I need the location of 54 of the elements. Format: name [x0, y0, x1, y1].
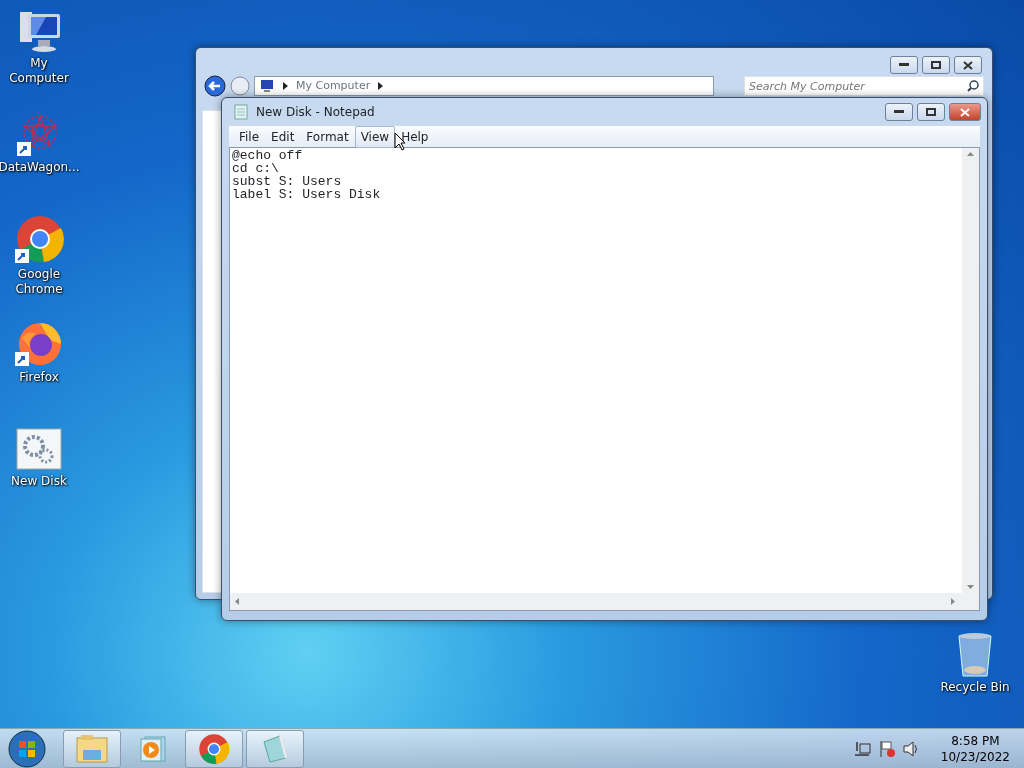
- start-button[interactable]: [8, 729, 46, 768]
- taskbar-button[interactable]: [246, 729, 304, 768]
- back-button[interactable]: [204, 75, 226, 97]
- clock-time: 8:58 PM: [950, 732, 1001, 749]
- clock-date: 10/23/2022: [940, 748, 1010, 765]
- chevron-icon: [283, 82, 288, 90]
- icon-label: Google Chrome: [14, 267, 64, 297]
- icon-label: My Computer: [8, 56, 70, 86]
- minimize-icon: [894, 110, 904, 114]
- window-control-button[interactable]: [954, 56, 982, 74]
- search-icon: [967, 80, 979, 92]
- notepad-icon: [234, 104, 248, 120]
- folder-icon: [75, 733, 109, 764]
- play-icon: [139, 734, 167, 763]
- computer-icon: [259, 79, 275, 93]
- taskbar-button[interactable]: [185, 729, 243, 768]
- window-control-button[interactable]: [885, 103, 913, 121]
- icon-label: DataWagon...: [0, 160, 80, 175]
- scroll-left-icon[interactable]: [235, 598, 239, 605]
- scroll-down-icon[interactable]: [967, 585, 974, 589]
- flag-icon[interactable]: [878, 739, 895, 758]
- horizontal-scrollbar[interactable]: [230, 593, 979, 610]
- close-icon: [963, 60, 973, 70]
- window-control-button[interactable]: [949, 103, 981, 121]
- speaker-icon[interactable]: [902, 740, 919, 757]
- scroll-up-icon[interactable]: [967, 152, 974, 156]
- menu-item[interactable]: Format: [300, 125, 355, 148]
- notepad-icon: [260, 733, 290, 764]
- network-icon[interactable]: [854, 740, 871, 757]
- search-field[interactable]: Search My Computer: [744, 76, 984, 96]
- window-control-button[interactable]: [917, 103, 945, 121]
- clock[interactable]: 8:58 PM 10/23/2022: [940, 732, 1010, 765]
- vertical-scrollbar[interactable]: [962, 148, 979, 593]
- menu-item[interactable]: Edit: [265, 125, 301, 148]
- window-title: New Disk - Notepad: [256, 104, 375, 121]
- address-segment[interactable]: My Computer: [296, 77, 371, 95]
- chrome-icon: [198, 732, 230, 765]
- icon-label: Firefox: [19, 370, 59, 385]
- chevron-icon: [378, 82, 384, 90]
- maximize-icon: [931, 61, 941, 69]
- text-content[interactable]: @echo off cd c:\ subst S: Users label S: Users Disk: [230, 148, 962, 202]
- menu-item[interactable]: View: [354, 125, 396, 148]
- maximize-icon: [926, 108, 936, 116]
- window-control-button[interactable]: [890, 56, 918, 74]
- window-control-button[interactable]: [922, 56, 950, 74]
- scroll-right-icon[interactable]: [951, 598, 955, 605]
- menu-item[interactable]: File: [233, 125, 266, 148]
- taskbar-button[interactable]: [63, 729, 121, 768]
- trash-bin-icon: [956, 632, 994, 678]
- icon-label: Recycle Bin: [940, 680, 1010, 695]
- close-icon: [960, 107, 970, 117]
- icon-label: New Disk: [11, 474, 67, 489]
- address-bar[interactable]: My Computer: [254, 76, 714, 96]
- minimize-icon: [899, 63, 909, 67]
